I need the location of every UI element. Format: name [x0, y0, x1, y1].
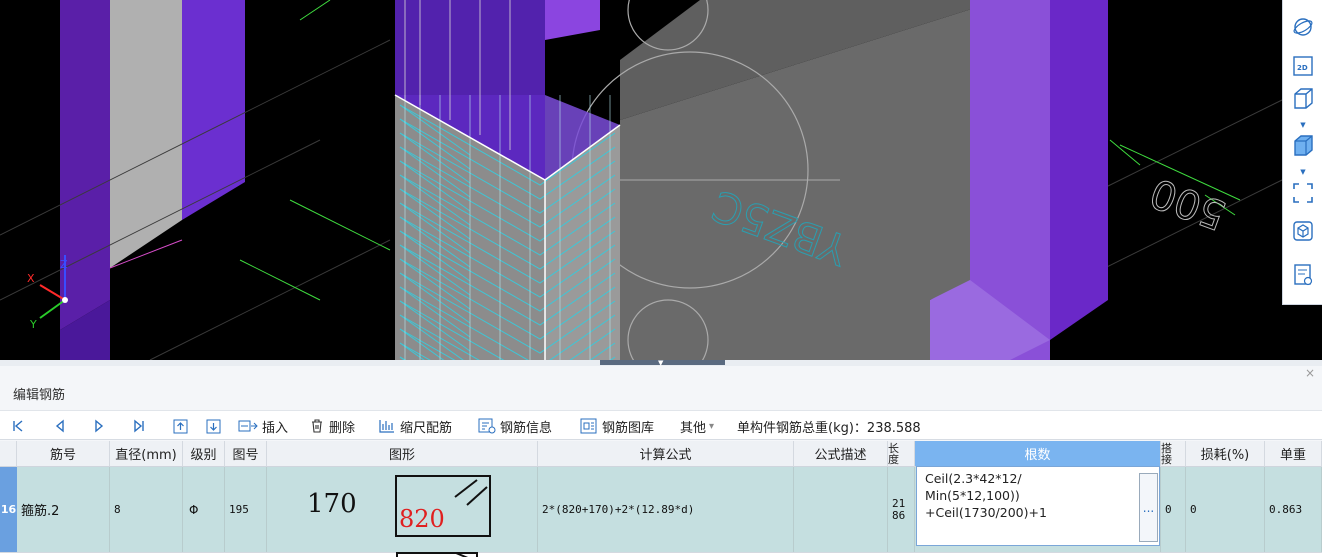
row-number[interactable]: 16 [0, 467, 17, 552]
edit-rebar-panel: 编辑钢筋 × 插入 删除 缩尺配筋 钢筋信息 钢筋图库 其他 ▾ 单构件钢筋总重… [0, 366, 1322, 557]
info-list-icon [478, 418, 496, 434]
library-icon [580, 418, 597, 434]
cell-shape[interactable]: 170 820 [267, 467, 538, 552]
axis-x-label: X [27, 272, 35, 285]
stirrup-shape-icon [396, 552, 478, 557]
col-shape-no[interactable]: 图号 [225, 441, 267, 467]
col-lap-line2: 接 [1161, 453, 1172, 466]
col-shape[interactable]: 图形 [267, 441, 538, 467]
count-formula-editor[interactable]: Ceil(2.3*42*12/ Min(5*12,100)) +Ceil(173… [916, 466, 1160, 546]
bar-chart-icon [379, 420, 394, 433]
cell-length-line1: 21 [892, 496, 906, 510]
next-record-icon[interactable] [94, 417, 108, 435]
row-header-corner [0, 441, 17, 467]
move-up-icon[interactable] [173, 417, 192, 435]
cell-loss[interactable]: 0 [1186, 467, 1265, 552]
chevron-down-icon: ▾ [709, 420, 715, 432]
cell-formula-desc[interactable] [794, 467, 888, 552]
col-count[interactable]: 根数 [915, 441, 1161, 467]
table-row[interactable] [0, 552, 1322, 557]
scale-rebar-label: 缩尺配筋 [400, 420, 453, 436]
col-lap[interactable]: 搭 接 [1161, 441, 1186, 467]
chevron-down-icon[interactable]: ▼ [1299, 121, 1307, 129]
3d-scene[interactable]: 500 YBZ5C Z X Y [0, 0, 1322, 360]
view-toolbar: 2D ▼ ▼ [1282, 0, 1322, 305]
count-line-1: Ceil(2.3*42*12/ [925, 471, 1022, 486]
cell-formula[interactable]: 2*(820+170)+2*(12.89*d) [538, 467, 794, 552]
cell-diameter[interactable]: 8 [110, 467, 183, 552]
rebar-info-label: 钢筋信息 [500, 420, 553, 436]
axis-y-label: Y [29, 318, 37, 331]
splitter-handle[interactable]: ▼ [600, 359, 725, 367]
count-formula-text[interactable]: Ceil(2.3*42*12/ Min(5*12,100)) +Ceil(173… [925, 470, 1047, 521]
col-grade[interactable]: 级别 [183, 441, 225, 467]
cell-bar-no[interactable]: 箍筋.2 [17, 467, 110, 552]
insert-row-icon [238, 420, 258, 432]
layer-settings-icon[interactable] [1291, 262, 1315, 288]
close-icon[interactable]: × [1305, 366, 1315, 380]
cell-shape-no[interactable]: 195 [225, 467, 267, 552]
display-settings-icon[interactable] [1291, 218, 1315, 244]
trash-icon [312, 419, 322, 433]
axis-z-label: Z [60, 258, 68, 271]
orbit-icon[interactable] [1291, 14, 1315, 40]
col-diameter[interactable]: 直径(mm) [110, 441, 183, 467]
cell-lap[interactable]: 0 [1161, 467, 1186, 552]
left-column-face [60, 0, 110, 330]
col-bar-no[interactable]: 筋号 [17, 441, 110, 467]
shape-dim-inside: 820 [399, 505, 445, 533]
left-column-purple [182, 0, 245, 220]
other-dropdown[interactable]: 其他 ▾ [680, 417, 715, 436]
cell-grade[interactable]: Φ [183, 467, 225, 552]
insert-label: 插入 [262, 420, 289, 436]
cell-unit-weight[interactable]: 0.863 [1265, 467, 1322, 552]
col-length[interactable]: 长 度 [888, 441, 915, 467]
scale-rebar-button[interactable]: 缩尺配筋 [378, 417, 453, 436]
delete-label: 删除 [329, 420, 356, 436]
panel-title: 编辑钢筋 [13, 388, 66, 403]
rebar-library-button[interactable]: 钢筋图库 [580, 417, 655, 436]
first-record-icon[interactable] [12, 417, 28, 435]
cell-length-line2: 86 [892, 508, 906, 522]
shape-dim-left: 170 [307, 489, 357, 519]
right-column-side [1050, 0, 1108, 340]
col-unit-weight[interactable]: 单重 [1265, 441, 1322, 467]
insert-button[interactable]: 插入 [238, 417, 289, 436]
count-line-3: +Ceil(1730/200)+1 [925, 505, 1047, 520]
col-loss[interactable]: 损耗(%) [1186, 441, 1265, 467]
cube-solid-icon[interactable] [1291, 133, 1315, 159]
rebar-library-label: 钢筋图库 [602, 420, 655, 436]
count-line-2: Min(5*12,100)) [925, 488, 1020, 503]
previous-record-icon[interactable] [55, 417, 69, 435]
cube-view-icon[interactable] [1291, 86, 1315, 112]
cell-length[interactable]: 21 86 [888, 467, 915, 552]
col-formula-desc[interactable]: 公式描述 [794, 441, 888, 467]
rebar-toolbar: 插入 删除 缩尺配筋 钢筋信息 钢筋图库 其他 ▾ 单构件钢筋总重(kg)：23… [0, 410, 1322, 440]
formula-edit-button[interactable]: ... [1139, 473, 1158, 542]
left-column-gray-face [110, 0, 182, 268]
2d-view-icon[interactable]: 2D [1291, 53, 1315, 79]
3d-viewport[interactable]: 500 YBZ5C Z X Y 2D ▼ ▼ [0, 0, 1322, 360]
dimension-label: 500 [1144, 169, 1231, 238]
other-label: 其他 [680, 420, 707, 436]
rebar-info-button[interactable]: 钢筋信息 [478, 417, 553, 436]
full-extent-icon[interactable] [1291, 180, 1315, 206]
svg-text:2D: 2D [1297, 64, 1308, 72]
move-down-icon[interactable] [206, 417, 225, 435]
col-length-line2: 度 [888, 453, 899, 466]
delete-button[interactable]: 删除 [309, 417, 356, 436]
chevron-down-icon[interactable]: ▼ [1299, 168, 1307, 176]
col-formula[interactable]: 计算公式 [538, 441, 794, 467]
last-record-icon[interactable] [133, 417, 149, 435]
total-weight: 单构件钢筋总重(kg)：238.588 [737, 420, 921, 436]
